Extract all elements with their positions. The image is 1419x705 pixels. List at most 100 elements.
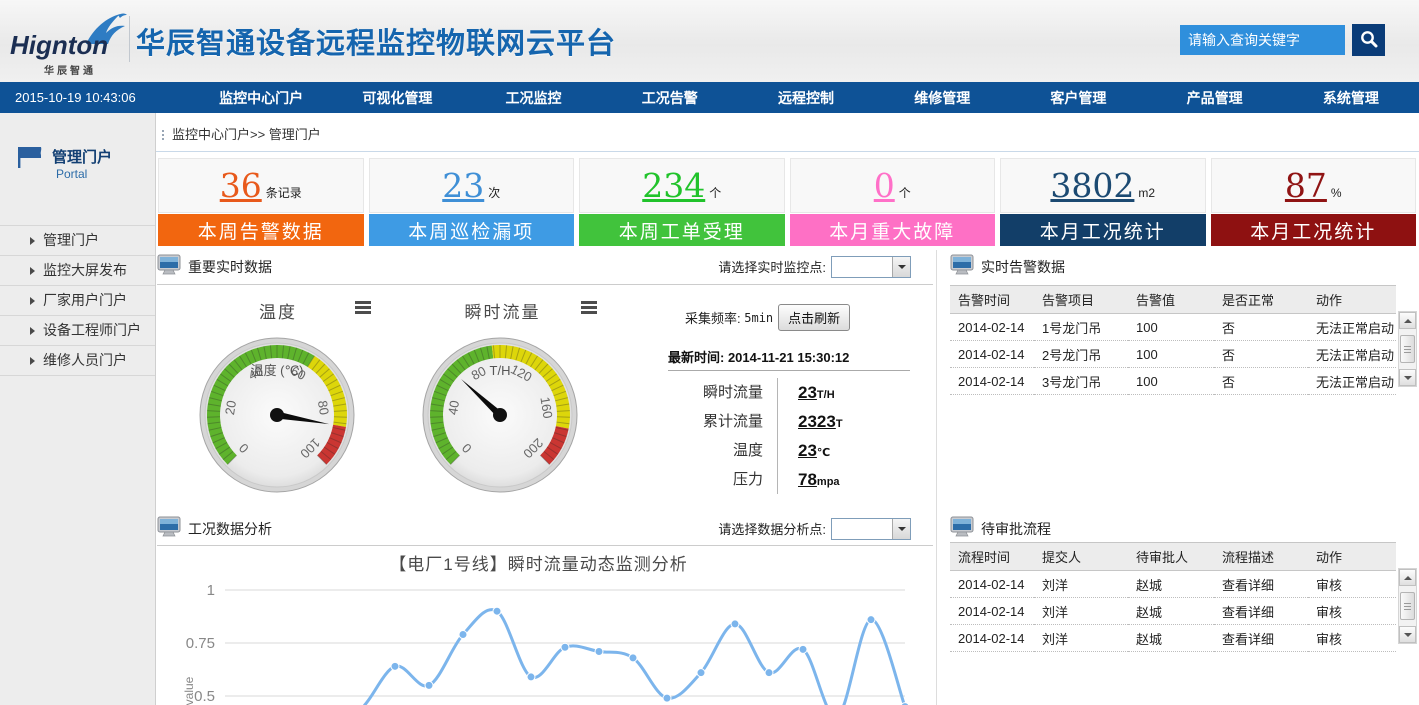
sidebar-item[interactable]: 设备工程师门户: [0, 315, 155, 345]
cell-alarm-normal: 否: [1214, 368, 1308, 395]
nav-item[interactable]: 工况监控: [465, 82, 601, 113]
scroll-down-button[interactable]: [1399, 626, 1416, 643]
stat-card: 3802 m2 本月工况统计: [1000, 158, 1206, 246]
cell-alarm-action: 无法正常启动: [1308, 314, 1396, 341]
reading-row: 累计流量 2323T: [655, 407, 910, 436]
search-box: [1180, 25, 1385, 55]
cell-review-link[interactable]: 审核: [1308, 598, 1396, 625]
col-flow-action: 动作: [1308, 543, 1396, 571]
stat-number-link[interactable]: 0 个: [790, 158, 996, 213]
stat-number-link[interactable]: 87 %: [1211, 158, 1417, 213]
gauge1-menu-icon[interactable]: [355, 301, 371, 314]
portal-header: 管理门户 Portal: [0, 113, 155, 221]
scroll-thumb[interactable]: [1400, 335, 1415, 363]
cell-alarm-action: 无法正常启动: [1308, 341, 1396, 368]
arrow-right-icon: [30, 357, 35, 365]
stat-value[interactable]: 0: [874, 169, 895, 202]
svg-text:温度 (℃): 温度 (℃): [251, 363, 304, 378]
svg-text:20: 20: [222, 399, 239, 416]
alarm-table-row: 2014-02-14 3号龙门吊 100 否 无法正常启动: [950, 368, 1396, 395]
svg-text:value: value: [182, 676, 196, 705]
alarm-table-scrollbar[interactable]: [1398, 311, 1417, 387]
refresh-button[interactable]: 点击刷新: [778, 304, 850, 331]
cell-view-detail-link[interactable]: 查看详细: [1214, 571, 1308, 598]
sidebar-item-label: 维修人员门户: [43, 346, 127, 375]
nav-item[interactable]: 远程控制: [738, 82, 874, 113]
col-alarm-normal: 是否正常: [1214, 286, 1308, 314]
panel-divider: [157, 545, 933, 546]
col-alarm-action: 动作: [1308, 286, 1396, 314]
realtime-panel-header: 重要实时数据 请选择实时监控点:: [157, 250, 933, 283]
stat-label-bar: 本周工单受理: [579, 214, 785, 246]
cell-view-detail-link[interactable]: 查看详细: [1214, 598, 1308, 625]
stat-unit: %: [1331, 186, 1342, 200]
alarm-table: 告警时间 告警项目 告警值 是否正常 动作 2014-02-14 1号龙门吊 1…: [950, 285, 1396, 395]
search-button[interactable]: [1352, 24, 1385, 56]
monitor-point-select[interactable]: [831, 256, 911, 278]
reading-label: 瞬时流量: [655, 378, 778, 407]
col-submitter: 提交人: [1034, 543, 1128, 571]
line-chart-title: 【电厂1号线】瞬时流量动态监测分析: [157, 550, 920, 575]
nav-item[interactable]: 监控中心门户: [193, 82, 329, 113]
search-input[interactable]: [1180, 25, 1345, 55]
cell-approver: 赵城: [1128, 598, 1214, 625]
scroll-down-button[interactable]: [1399, 369, 1416, 386]
reading-value[interactable]: 23T/H: [778, 383, 835, 403]
panel-divider: [157, 284, 933, 285]
temperature-gauge: 020406080100温度 (℃): [200, 338, 354, 492]
sidebar-item[interactable]: 监控大屏发布: [0, 255, 155, 285]
analysis-point-select[interactable]: [831, 518, 911, 540]
svg-text:0.75: 0.75: [186, 635, 215, 652]
readings-divider: [668, 370, 910, 371]
stat-label-bar: 本周巡检漏项: [369, 214, 575, 246]
stat-number-link[interactable]: 234 个: [579, 158, 785, 213]
cell-alarm-normal: 否: [1214, 314, 1308, 341]
nav-item[interactable]: 产品管理: [1147, 82, 1283, 113]
approval-table-scrollbar[interactable]: [1398, 568, 1417, 644]
logo-text: Hignton: [10, 30, 108, 61]
scroll-thumb[interactable]: [1400, 592, 1415, 620]
stat-unit: m2: [1138, 186, 1155, 200]
cell-alarm-item: 2号龙门吊: [1034, 341, 1128, 368]
cell-view-detail-link[interactable]: 查看详细: [1214, 625, 1308, 652]
sidebar-item[interactable]: 管理门户: [0, 225, 155, 255]
col-flow-time: 流程时间: [950, 543, 1034, 571]
scroll-up-button[interactable]: [1399, 312, 1416, 329]
alarm-table-row: 2014-02-14 2号龙门吊 100 否 无法正常启动: [950, 341, 1396, 368]
stat-value[interactable]: 3802: [1050, 169, 1134, 202]
cell-review-link[interactable]: 审核: [1308, 571, 1396, 598]
cell-flow-time: 2014-02-14: [950, 625, 1034, 652]
reading-value[interactable]: 78mpa: [778, 470, 840, 490]
stat-value[interactable]: 36: [220, 169, 262, 202]
svg-text:0.5: 0.5: [194, 688, 215, 705]
sidebar-item[interactable]: 维修人员门户: [0, 345, 155, 376]
latest-time: 最新时间: 2014-11-21 15:30:12: [668, 347, 849, 366]
nav-item[interactable]: 系统管理: [1283, 82, 1419, 113]
stat-number-link[interactable]: 36 条记录: [158, 158, 364, 213]
reading-value[interactable]: 2323T: [778, 412, 843, 432]
stat-value[interactable]: 23: [442, 169, 484, 202]
reading-value[interactable]: 23℃: [778, 441, 830, 461]
nav-datetime: 2015-10-19 10:43:06: [0, 90, 193, 105]
nav-item[interactable]: 维修管理: [874, 82, 1010, 113]
cell-submitter: 刘洋: [1034, 571, 1128, 598]
stat-number-link[interactable]: 3802 m2: [1000, 158, 1206, 213]
stat-number-link[interactable]: 23 次: [369, 158, 575, 213]
nav-item[interactable]: 客户管理: [1010, 82, 1146, 113]
sidebar-item[interactable]: 厂家用户门户: [0, 285, 155, 315]
stat-value[interactable]: 234: [642, 169, 705, 202]
approval-table-row: 2014-02-14 刘洋 赵城 查看详细 审核: [950, 625, 1396, 652]
reading-row: 压力 78mpa: [655, 465, 910, 494]
stat-value[interactable]: 87: [1285, 169, 1327, 202]
cell-review-link[interactable]: 审核: [1308, 625, 1396, 652]
sidebar-item-label: 管理门户: [43, 226, 99, 255]
analysis-panel-header: 工况数据分析 请选择数据分析点:: [157, 512, 933, 545]
scroll-up-button[interactable]: [1399, 569, 1416, 586]
breadcrumb-text: 监控中心门户>> 管理门户: [172, 118, 321, 151]
gauge2-menu-icon[interactable]: [581, 301, 597, 314]
nav-item[interactable]: 工况告警: [602, 82, 738, 113]
cell-alarm-value: 100: [1128, 368, 1214, 395]
top-header: Hignton 华辰智通 华辰智通设备远程监控物联网云平台: [0, 0, 1419, 82]
readings-list: 瞬时流量 23T/H 累计流量 2323T 温度 23℃ 压力 78mpa: [655, 378, 910, 494]
nav-item[interactable]: 可视化管理: [329, 82, 465, 113]
